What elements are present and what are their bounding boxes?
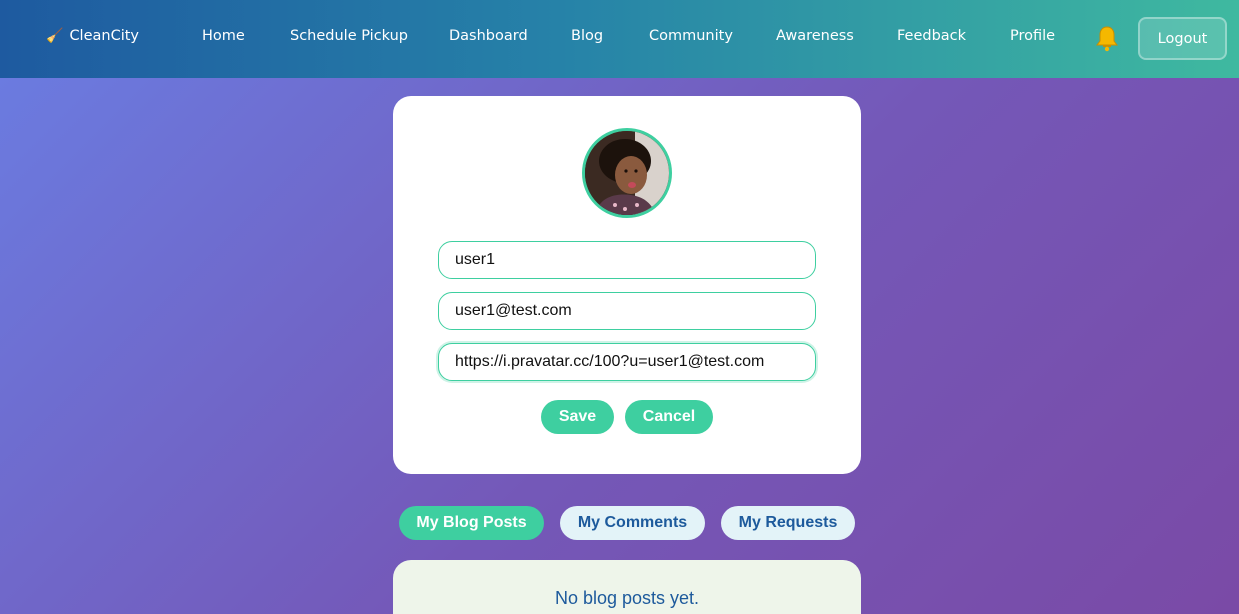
nav-link-blog[interactable]: Blog xyxy=(571,28,603,44)
logout-button[interactable]: Logout xyxy=(1138,17,1227,60)
email-field[interactable] xyxy=(438,292,816,330)
nav-link-feedback[interactable]: Feedback xyxy=(897,28,966,44)
bell-icon[interactable] xyxy=(1093,24,1121,52)
nav-link-schedule-pickup[interactable]: Schedule Pickup xyxy=(290,28,408,44)
blog-posts-panel: No blog posts yet. xyxy=(393,560,861,614)
tab-my-requests[interactable]: My Requests xyxy=(721,506,855,540)
tab-my-blog-posts[interactable]: My Blog Posts xyxy=(399,506,544,540)
profile-edit-card: Save Cancel xyxy=(393,96,861,474)
empty-posts-message: No blog posts yet. xyxy=(554,588,700,608)
avatar-url-field[interactable] xyxy=(438,343,816,381)
nav-link-awareness[interactable]: Awareness xyxy=(776,28,854,44)
brand-name: CleanCity xyxy=(69,28,140,44)
cancel-button[interactable]: Cancel xyxy=(625,400,713,434)
nav-link-community[interactable]: Community xyxy=(649,28,733,44)
save-button[interactable]: Save xyxy=(541,400,614,434)
nav-link-dashboard[interactable]: Dashboard xyxy=(449,28,528,44)
tab-my-comments[interactable]: My Comments xyxy=(560,506,705,540)
broom-icon: 🧹 xyxy=(46,28,64,44)
top-navbar: 🧹 CleanCity Home Schedule Pickup Dashboa… xyxy=(0,0,1239,78)
nav-link-home[interactable]: Home xyxy=(202,28,245,44)
nav-link-profile[interactable]: Profile xyxy=(1010,28,1055,44)
username-field[interactable] xyxy=(438,241,816,279)
brand-logo[interactable]: 🧹 CleanCity xyxy=(46,28,139,44)
avatar xyxy=(582,128,672,218)
